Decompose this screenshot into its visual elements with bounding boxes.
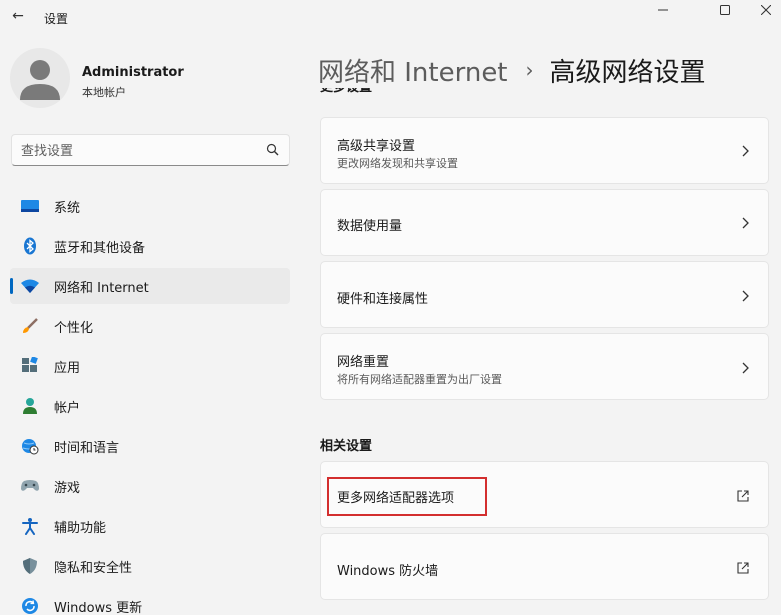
search-input[interactable] bbox=[21, 141, 261, 161]
chevron-right-icon bbox=[742, 145, 749, 157]
title-bar: ← 设置 bbox=[0, 0, 781, 36]
minimize-icon bbox=[658, 9, 668, 11]
section-title-related: 相关设置 bbox=[320, 439, 373, 454]
app-title: 设置 bbox=[44, 12, 69, 26]
sidebar-item-accounts[interactable]: 帐户 bbox=[10, 388, 290, 424]
globe-clock-icon bbox=[20, 436, 40, 456]
sidebar-item-privacy[interactable]: 隐私和安全性 bbox=[10, 548, 290, 584]
accessibility-icon bbox=[20, 516, 40, 536]
maximize-button[interactable] bbox=[702, 0, 748, 20]
sidebar-item-label: 隐私和安全性 bbox=[54, 560, 133, 576]
highlight-box bbox=[327, 477, 487, 516]
card-title: 高级共享设置 bbox=[337, 139, 416, 154]
card-title: Windows 防火墙 bbox=[337, 564, 439, 579]
sidebar-item-personalization[interactable]: 个性化 bbox=[10, 308, 290, 344]
sidebar-item-network[interactable]: 网络和 Internet bbox=[10, 268, 290, 304]
active-indicator bbox=[10, 278, 13, 294]
breadcrumb-separator-icon: › bbox=[525, 58, 534, 82]
avatar-person-icon bbox=[20, 60, 60, 100]
user-profile[interactable]: Administrator 本地帐户 bbox=[10, 48, 300, 112]
sidebar-item-label: 时间和语言 bbox=[54, 440, 120, 456]
brush-icon bbox=[20, 316, 40, 336]
chevron-right-icon bbox=[742, 362, 749, 374]
account-type: 本地帐户 bbox=[82, 86, 126, 99]
sidebar-item-label: 帐户 bbox=[54, 400, 81, 416]
external-link-icon bbox=[737, 562, 749, 574]
chevron-right-icon bbox=[742, 217, 749, 229]
sidebar-item-windows-update[interactable]: Windows 更新 bbox=[10, 588, 290, 615]
sidebar-item-label: 系统 bbox=[54, 200, 81, 216]
sidebar-item-system[interactable]: 系统 bbox=[10, 188, 290, 224]
wifi-icon bbox=[20, 276, 40, 296]
person-icon bbox=[20, 396, 40, 416]
windows-firewall-card[interactable]: Windows 防火墙 bbox=[320, 533, 769, 600]
sidebar-item-time-language[interactable]: 时间和语言 bbox=[10, 428, 290, 464]
search-icon[interactable] bbox=[265, 142, 281, 158]
sidebar-item-accessibility[interactable]: 辅助功能 bbox=[10, 508, 290, 544]
system-icon bbox=[20, 196, 40, 216]
sidebar-item-label: 游戏 bbox=[54, 480, 81, 496]
chevron-right-icon bbox=[742, 290, 749, 302]
avatar bbox=[10, 48, 70, 108]
sidebar-item-apps[interactable]: 应用 bbox=[10, 348, 290, 384]
breadcrumb-parent[interactable]: 网络和 Internet bbox=[318, 52, 508, 89]
sidebar-item-label: 蓝牙和其他设备 bbox=[54, 240, 146, 256]
more-adapter-options-card[interactable]: 更多网络适配器选项 bbox=[320, 461, 769, 528]
advanced-sharing-card[interactable]: 高级共享设置 更改网络发现和共享设置 bbox=[320, 117, 769, 184]
sidebar-item-bluetooth[interactable]: 蓝牙和其他设备 bbox=[10, 228, 290, 264]
card-title: 网络重置 bbox=[337, 355, 390, 370]
sidebar-item-label: 辅助功能 bbox=[54, 520, 107, 536]
apps-icon bbox=[20, 356, 40, 376]
page-title: 高级网络设置 bbox=[549, 57, 706, 88]
back-button[interactable]: ← bbox=[6, 4, 30, 28]
hardware-properties-card[interactable]: 硬件和连接属性 bbox=[320, 261, 769, 328]
gamepad-icon bbox=[20, 476, 40, 496]
section-title-more-settings: 更多设置 bbox=[320, 88, 372, 98]
shield-icon bbox=[20, 556, 40, 576]
user-name: Administrator bbox=[82, 65, 184, 80]
sidebar-nav: 系统 蓝牙和其他设备 网络和 Internet 个性化 应用 帐户 时间和语言 … bbox=[10, 188, 290, 615]
card-title: 硬件和连接属性 bbox=[337, 292, 429, 307]
card-title: 数据使用量 bbox=[337, 219, 403, 234]
maximize-icon bbox=[720, 5, 730, 15]
update-icon bbox=[20, 596, 40, 615]
close-icon bbox=[761, 5, 771, 15]
breadcrumb: 网络和 Internet › 高级网络设置 bbox=[318, 50, 706, 90]
minimize-button[interactable] bbox=[640, 0, 686, 20]
card-subtitle: 更改网络发现和共享设置 bbox=[337, 157, 458, 170]
external-link-icon bbox=[737, 490, 749, 502]
sidebar-item-label: 网络和 Internet bbox=[54, 280, 149, 296]
sidebar-item-label: 应用 bbox=[54, 360, 81, 376]
sidebar-item-label: 个性化 bbox=[54, 320, 94, 336]
card-subtitle: 将所有网络适配器重置为出厂设置 bbox=[337, 373, 502, 386]
close-button[interactable] bbox=[743, 0, 781, 20]
bluetooth-icon bbox=[20, 236, 40, 256]
search-box[interactable] bbox=[11, 134, 290, 166]
sidebar-item-gaming[interactable]: 游戏 bbox=[10, 468, 290, 504]
network-reset-card[interactable]: 网络重置 将所有网络适配器重置为出厂设置 bbox=[320, 333, 769, 400]
data-usage-card[interactable]: 数据使用量 bbox=[320, 189, 769, 256]
sidebar-item-label: Windows 更新 bbox=[54, 600, 143, 615]
